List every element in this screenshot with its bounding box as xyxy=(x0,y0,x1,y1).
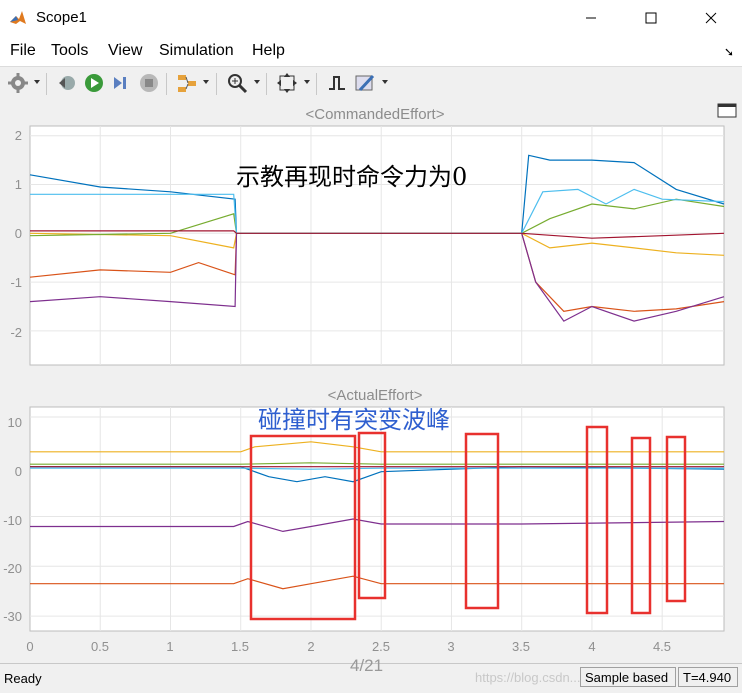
top-ytick-label: 2 xyxy=(15,128,22,143)
xtick-label: 0.5 xyxy=(91,639,109,654)
settings-gear-icon[interactable] xyxy=(7,72,29,94)
triggers-icon[interactable] xyxy=(326,72,348,94)
close-icon xyxy=(705,12,717,24)
autoscale-icon[interactable] xyxy=(276,72,298,94)
page-watermark: 4/21 xyxy=(350,656,384,675)
menu-file[interactable]: File xyxy=(10,42,36,60)
matlab-icon xyxy=(10,11,26,24)
top-yticks: 2 1 0 -1 -2 xyxy=(10,128,22,340)
status-text: Ready xyxy=(4,671,42,686)
bottom-xticks: 0 0.5 1 1.5 2 2.5 3 3.5 4 4.5 xyxy=(26,639,671,654)
bottom-plot-title: <ActualEffort> xyxy=(328,387,423,404)
dock-arrow-icon[interactable]: ➘ xyxy=(724,45,734,59)
top-ytick-label: 0 xyxy=(15,226,22,241)
window-title: Scope1 xyxy=(36,9,87,26)
title-bar: Scope1 xyxy=(0,0,742,36)
toolbar-separator xyxy=(166,73,167,95)
sim-time: T=4.940 xyxy=(678,667,738,687)
menu-bar: File Tools View Simulation Help ➘ xyxy=(0,36,742,66)
menu-simulation[interactable]: Simulation xyxy=(159,42,234,60)
menu-help[interactable]: Help xyxy=(252,42,285,60)
maximize-button[interactable] xyxy=(628,0,674,36)
style-pencil-icon[interactable] xyxy=(354,72,376,94)
top-annotation: 示教再现时命令力为0 xyxy=(236,163,467,191)
scope-window: Scope1 File Tools View Simulation Help ➘ xyxy=(0,0,742,693)
minimize-button[interactable] xyxy=(568,0,614,36)
bottom-ytick-label: -30 xyxy=(3,609,22,624)
xtick-label: 3.5 xyxy=(512,639,530,654)
maximize-icon xyxy=(645,12,657,24)
bottom-ytick-label: 10 xyxy=(8,415,22,430)
signal-hierarchy-icon[interactable] xyxy=(176,72,198,94)
toolbar-separator xyxy=(46,73,47,95)
menu-tools[interactable]: Tools xyxy=(51,42,88,60)
bottom-ytick-label: -10 xyxy=(3,513,22,528)
top-plot-title: <CommandedEffort> xyxy=(306,106,445,123)
step-back-icon[interactable] xyxy=(56,72,78,94)
bottom-annotation: 碰撞时有突变波峰 xyxy=(258,406,450,434)
url-watermark: https://blog.csdn... xyxy=(475,670,581,685)
status-bar: Ready 4/21 https://blog.csdn... Sample b… xyxy=(0,656,742,693)
xtick-label: 2 xyxy=(307,639,314,654)
xtick-label: 1.5 xyxy=(231,639,249,654)
zoom-in-icon[interactable] xyxy=(226,72,248,94)
top-ytick-label: -2 xyxy=(10,325,22,340)
menu-view[interactable]: View xyxy=(108,42,142,60)
bottom-yticks: 10 0 -10 -20 -30 xyxy=(3,415,22,624)
zoom-dropdown-icon[interactable] xyxy=(254,80,260,84)
signal-dropdown-icon[interactable] xyxy=(203,80,209,84)
bottom-ytick-label: -20 xyxy=(3,561,22,576)
xtick-label: 4 xyxy=(588,639,595,654)
plot-area: <CommandedEffort> 2 1 0 -1 -2 示教再现时命令力为0… xyxy=(0,101,742,663)
xtick-label: 0 xyxy=(26,639,33,654)
undock-icon[interactable] xyxy=(717,103,737,118)
xtick-label: 2.5 xyxy=(372,639,390,654)
autoscale-dropdown-icon[interactable] xyxy=(304,80,310,84)
xtick-label: 1 xyxy=(166,639,173,654)
stop-icon[interactable] xyxy=(138,72,160,94)
sample-mode: Sample based xyxy=(580,667,676,687)
toolbar-separator xyxy=(266,73,267,95)
xtick-label: 3 xyxy=(447,639,454,654)
top-ytick-label: -1 xyxy=(10,275,22,290)
style-dropdown-icon[interactable] xyxy=(382,80,388,84)
close-button[interactable] xyxy=(688,0,734,36)
scope-plots[interactable]: <CommandedEffort> 2 1 0 -1 -2 示教再现时命令力为0… xyxy=(0,101,742,663)
toolbar-separator xyxy=(316,73,317,95)
run-icon[interactable] xyxy=(83,72,105,94)
step-forward-icon[interactable] xyxy=(110,72,132,94)
bottom-ytick-label: 0 xyxy=(15,464,22,479)
minimize-icon xyxy=(586,17,596,19)
xtick-label: 4.5 xyxy=(653,639,671,654)
settings-dropdown-icon[interactable] xyxy=(34,80,40,84)
toolbar-separator xyxy=(216,73,217,95)
toolbar xyxy=(0,66,742,102)
top-ytick-label: 1 xyxy=(15,177,22,192)
